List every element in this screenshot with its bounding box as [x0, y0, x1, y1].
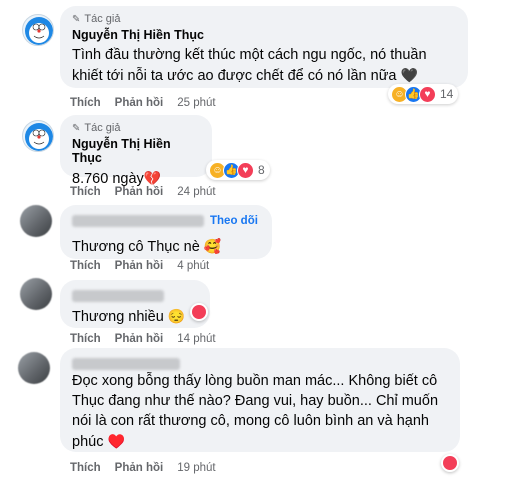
- comment-text: Đọc xong bỗng thấy lòng buồn man mác... …: [72, 371, 448, 452]
- like-button[interactable]: Thích: [70, 186, 101, 198]
- like-button[interactable]: Thích: [70, 333, 101, 345]
- comment-actions: Thích Phản hồi 14 phút: [70, 333, 216, 345]
- comment-text-line: Thục đang như thế nào? Đang vui, hay buồ…: [72, 393, 439, 409]
- love-reaction-icon: ♥: [237, 161, 254, 179]
- follow-link[interactable]: Theo dõi: [210, 215, 258, 227]
- author-name[interactable]: Nguyễn Thị Hiền Thục: [72, 137, 200, 165]
- author-name-redacted[interactable]: [72, 289, 164, 302]
- timestamp[interactable]: 19 phút: [177, 462, 215, 474]
- author-name[interactable]: Nguyễn Thị Hiền Thục: [72, 28, 456, 42]
- comment-text-segment: 8.760 ngày: [72, 171, 144, 187]
- reaction-count: 14: [440, 87, 454, 101]
- author-row: Theo dõi: [72, 213, 260, 229]
- reply-button[interactable]: Phản hồi: [115, 186, 164, 198]
- author-name-redacted[interactable]: [72, 215, 204, 227]
- comment-text-segment: phúc: [72, 434, 104, 450]
- timestamp[interactable]: 24 phút: [177, 186, 215, 198]
- comment-bubble: Đọc xong bỗng thấy lòng buồn man mác... …: [60, 348, 460, 452]
- comment-actions: Thích Phản hồi 25 phút: [70, 97, 216, 109]
- reaction-summary[interactable]: ☺ 👍 ♥ 8: [206, 160, 270, 180]
- black-heart-emoji: 🖤: [400, 67, 418, 83]
- comment-actions: Thích Phản hồi 4 phút: [70, 260, 209, 272]
- reaction-summary[interactable]: ☺ 👍 ♥ 14: [388, 84, 459, 104]
- comment-text-line: khiết tới nỗi ta ước ao được chết để có …: [72, 65, 456, 86]
- reply-button[interactable]: Phản hồi: [115, 260, 164, 272]
- pencil-icon: ✎: [72, 122, 81, 134]
- badge-label: Tác giả: [84, 122, 121, 134]
- timestamp[interactable]: 4 phút: [177, 260, 209, 272]
- love-reaction-icon: ♥: [419, 85, 436, 103]
- comment-text-segment: khiết tới nỗi ta ước ao được chết để có …: [72, 68, 397, 84]
- author-row: [72, 287, 198, 302]
- doraemon-avatar-icon: [25, 123, 53, 151]
- reply-button[interactable]: Phản hồi: [115, 97, 164, 109]
- heart-emoji: ♥️: [107, 433, 125, 449]
- smiling-hearts-emoji: 🥰: [203, 238, 222, 254]
- love-reaction-icon[interactable]: [441, 454, 459, 472]
- reply-button[interactable]: Phản hồi: [115, 333, 164, 345]
- comment-text: Tình đầu thường kết thúc một cách ngu ng…: [72, 45, 456, 86]
- avatar[interactable]: [20, 278, 52, 310]
- comment-text-line: phúc ♥️: [72, 431, 448, 452]
- comment-bubble: ✎ Tác giả Nguyễn Thị Hiền Thục Tình đầu …: [60, 6, 468, 88]
- author-row: [72, 355, 448, 370]
- comment-text: Thương nhiều 😔: [72, 306, 198, 327]
- timestamp[interactable]: 14 phút: [177, 333, 215, 345]
- like-button[interactable]: Thích: [70, 260, 101, 272]
- like-button[interactable]: Thích: [70, 462, 101, 474]
- comment-actions: Thích Phản hồi 19 phút: [70, 462, 216, 474]
- reply-button[interactable]: Phản hồi: [115, 462, 164, 474]
- comment-text-line: Tình đầu thường kết thúc một cách ngu ng…: [72, 47, 427, 63]
- comment-text-line: Đọc xong bỗng thấy lòng buồn man mác... …: [72, 373, 438, 389]
- badge-label: Tác giả: [84, 13, 121, 25]
- comment-text-segment: Thương cô Thục nè: [72, 239, 200, 255]
- author-name-redacted[interactable]: [72, 357, 180, 370]
- pensive-face-emoji: 😔: [167, 308, 186, 324]
- author-badge: ✎ Tác giả: [72, 12, 456, 26]
- doraemon-avatar-icon: [25, 17, 53, 45]
- timestamp[interactable]: 25 phút: [177, 97, 215, 109]
- broken-heart-emoji: 💔: [143, 170, 162, 186]
- like-button[interactable]: Thích: [70, 97, 101, 109]
- comment-actions: Thích Phản hồi 24 phút: [70, 186, 216, 198]
- avatar[interactable]: [18, 352, 50, 384]
- love-reaction-icon[interactable]: [190, 303, 208, 321]
- comment-bubble: Thương nhiều 😔: [60, 280, 210, 328]
- comment-text-line: nói là con rất thương cô, mong cô luôn b…: [72, 413, 429, 429]
- comment-text-segment: Thương nhiều: [72, 309, 164, 325]
- comment-bubble: ✎ Tác giả Nguyễn Thị Hiền Thục 8.760 ngà…: [60, 115, 212, 187]
- author-badge: ✎ Tác giả: [72, 121, 200, 135]
- avatar[interactable]: [20, 205, 52, 237]
- pencil-icon: ✎: [72, 13, 81, 25]
- avatar[interactable]: [22, 120, 54, 152]
- comment-text: Thương cô Thục nè 🥰: [72, 236, 260, 257]
- comment-bubble: Theo dõi Thương cô Thục nè 🥰: [60, 205, 272, 259]
- avatar[interactable]: [22, 14, 54, 46]
- reaction-count: 8: [258, 163, 265, 177]
